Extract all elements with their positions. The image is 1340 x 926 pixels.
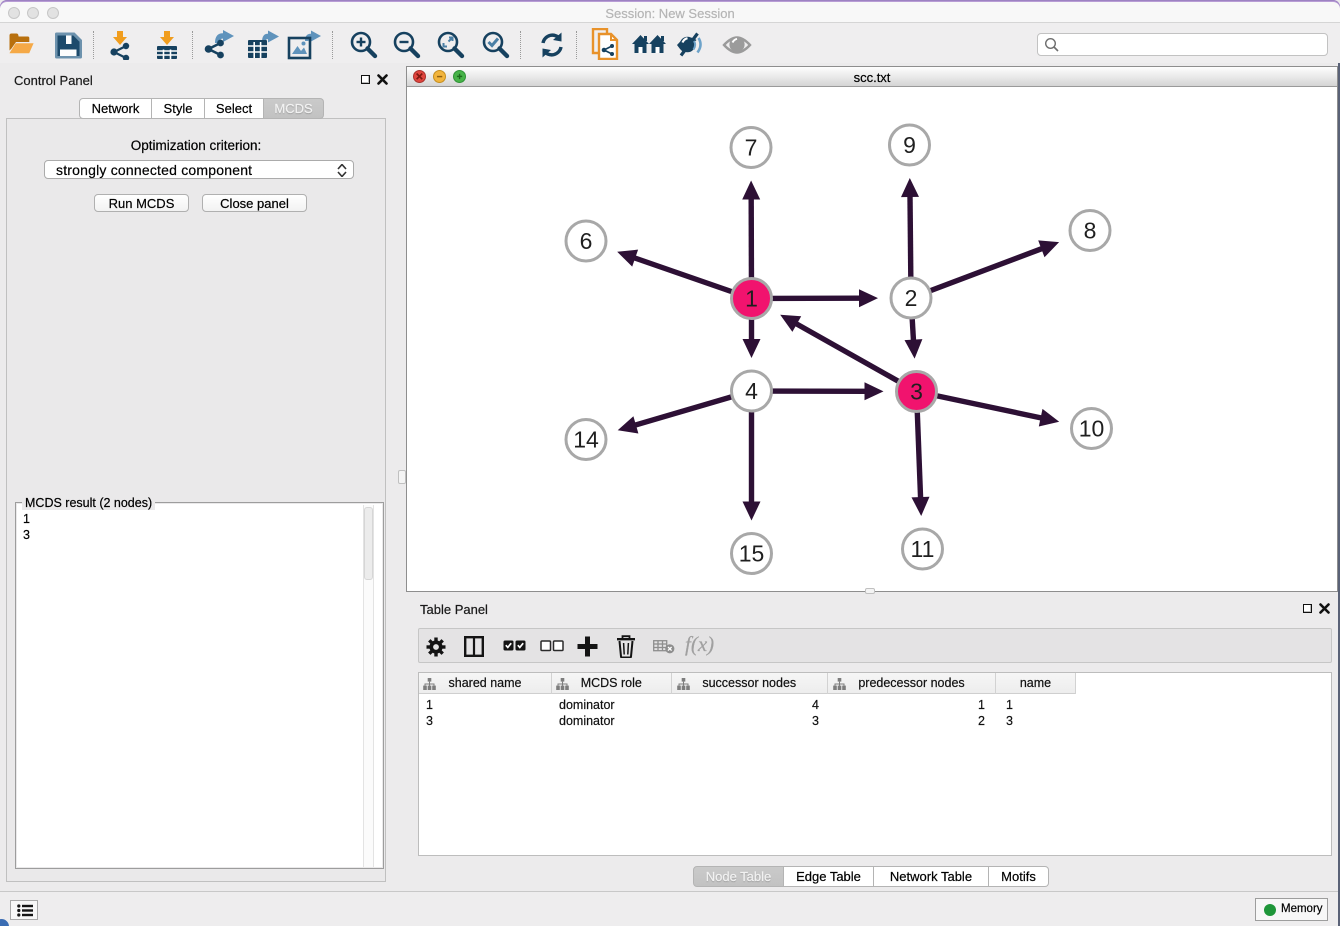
svg-text:7: 7: [745, 135, 758, 161]
svg-text:14: 14: [573, 427, 599, 453]
svg-text:9: 9: [903, 132, 916, 158]
svg-text:6: 6: [580, 228, 593, 254]
svg-text:11: 11: [911, 536, 935, 562]
svg-text:8: 8: [1084, 218, 1097, 244]
svg-text:2: 2: [905, 285, 918, 311]
svg-text:15: 15: [739, 541, 765, 567]
svg-text:3: 3: [910, 379, 923, 405]
svg-text:10: 10: [1079, 416, 1105, 442]
svg-text:4: 4: [745, 378, 758, 404]
svg-text:1: 1: [745, 286, 758, 312]
